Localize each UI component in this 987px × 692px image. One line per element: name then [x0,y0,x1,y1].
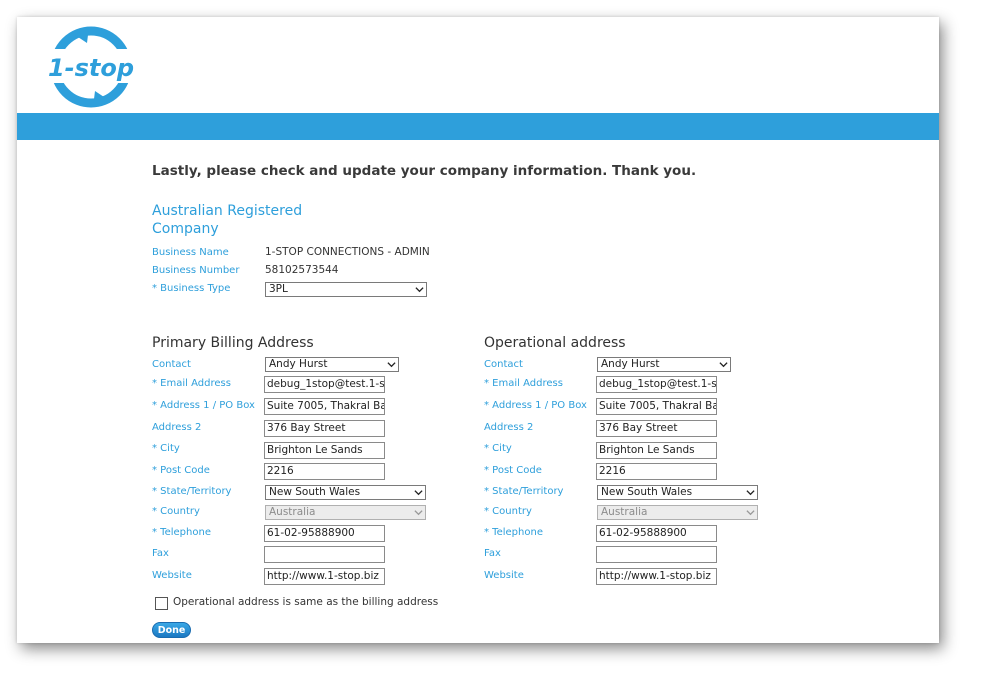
one-stop-logo: 1-stop [45,26,137,108]
billing-address2-label: Address 2 [152,422,202,433]
billing-city-input[interactable]: Brighton Le Sands [264,442,385,459]
operational-address2-input[interactable]: 376 Bay Street [596,420,717,437]
operational-website-label: Website [484,570,524,581]
operational-state-value: New South Wales [601,486,693,498]
billing-telephone-input[interactable]: 61-02-95888900 [264,525,385,542]
billing-fax-label: Fax [152,548,169,559]
billing-email-input[interactable]: debug_1stop@test.1-st [264,376,385,393]
chevron-down-icon [414,510,423,516]
operational-email-input[interactable]: debug_1stop@test.1-st [596,376,717,393]
operational-section-title: Operational address [484,335,626,351]
operational-contact-label: Contact [484,359,523,370]
chevron-down-icon [415,287,424,293]
chevron-down-icon [746,490,755,496]
billing-address1-label: * Address 1 / PO Box [152,400,255,411]
operational-country-select: Australia [597,505,758,520]
billing-state-select[interactable]: New South Wales [265,485,426,500]
operational-state-select[interactable]: New South Wales [597,485,758,500]
operational-city-label: * City [484,443,512,454]
billing-country-select: Australia [265,505,426,520]
business-number-value: 58102573544 [265,264,339,276]
operational-email-label: * Email Address [484,378,563,389]
billing-country-label: * Country [152,506,200,517]
chevron-down-icon [719,362,728,368]
operational-city-input[interactable]: Brighton Le Sands [596,442,717,459]
billing-contact-label: Contact [152,359,191,370]
operational-postcode-input[interactable]: 2216 [596,463,717,480]
company-section-title: Australian Registered Company [152,203,303,237]
operational-fax-label: Fax [484,548,501,559]
billing-website-input[interactable]: http://www.1-stop.biz [264,568,385,585]
billing-fax-input[interactable] [264,546,385,563]
operational-address2-label: Address 2 [484,422,534,433]
business-name-value: 1-STOP CONNECTIONS - ADMIN [265,246,430,258]
chevron-down-icon [746,510,755,516]
operational-postcode-label: * Post Code [484,465,542,476]
billing-email-label: * Email Address [152,378,231,389]
operational-address1-input[interactable]: Suite 7005, Thakral Bay [596,398,717,415]
operational-fax-input[interactable] [596,546,717,563]
billing-state-label: * State/Territory [152,486,232,497]
billing-address2-input[interactable]: 376 Bay Street [264,420,385,437]
billing-website-label: Website [152,570,192,581]
logo-text: 1-stop [48,54,134,82]
operational-contact-select[interactable]: Andy Hurst [597,357,731,372]
header-bar [17,113,939,140]
chevron-down-icon [414,490,423,496]
operational-contact-value: Andy Hurst [601,358,660,370]
business-type-value: 3PL [269,283,288,295]
billing-address1-input[interactable]: Suite 7005, Thakral Bay [264,398,385,415]
business-name-label: Business Name [152,247,229,258]
chevron-down-icon [387,362,396,368]
business-type-label: * Business Type [152,283,231,294]
billing-section-title: Primary Billing Address [152,335,314,351]
operational-telephone-label: * Telephone [484,527,543,538]
billing-postcode-input[interactable]: 2216 [264,463,385,480]
business-type-select[interactable]: 3PL [265,282,427,297]
done-button[interactable]: Done [152,622,191,638]
billing-contact-value: Andy Hurst [269,358,328,370]
billing-postcode-label: * Post Code [152,465,210,476]
billing-city-label: * City [152,443,180,454]
page-heading: Lastly, please check and update your com… [152,163,697,179]
operational-country-value: Australia [601,506,648,518]
billing-telephone-label: * Telephone [152,527,211,538]
operational-website-input[interactable]: http://www.1-stop.biz [596,568,717,585]
billing-country-value: Australia [269,506,316,518]
operational-state-label: * State/Territory [484,486,564,497]
billing-contact-select[interactable]: Andy Hurst [265,357,399,372]
operational-address1-label: * Address 1 / PO Box [484,400,587,411]
same-address-checkbox[interactable] [155,597,168,610]
page-frame: 1-stop Lastly, please check and update y… [17,17,939,643]
billing-state-value: New South Wales [269,486,361,498]
operational-telephone-input[interactable]: 61-02-95888900 [596,525,717,542]
same-address-label[interactable]: Operational address is same as the billi… [173,596,438,608]
business-number-label: Business Number [152,265,240,276]
operational-country-label: * Country [484,506,532,517]
